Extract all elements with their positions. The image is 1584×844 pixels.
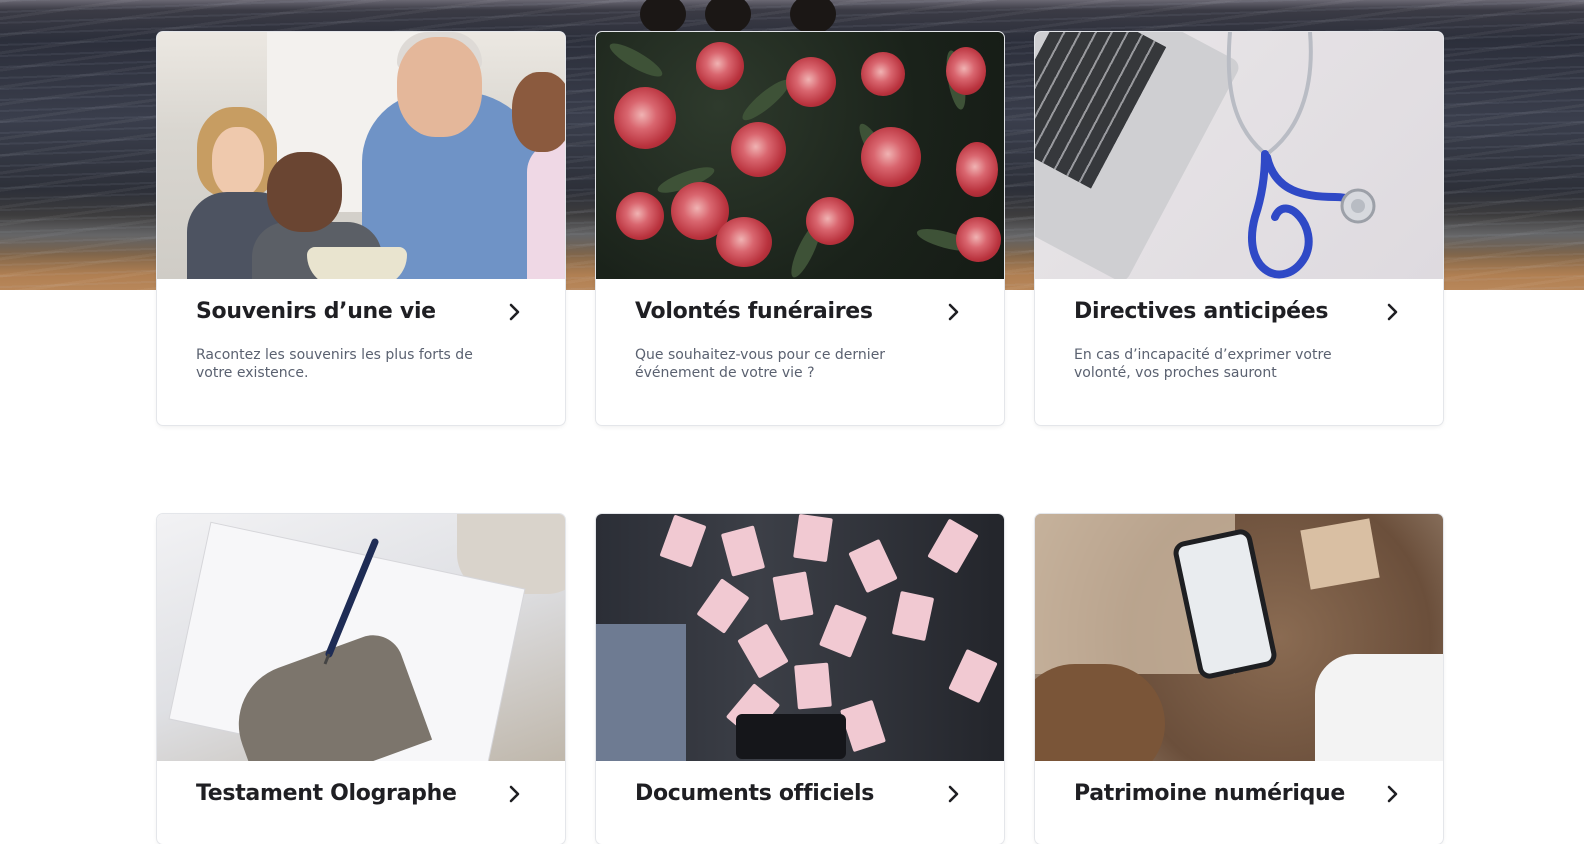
card-description: Que souhaitez-vous pour ce dernier événe… (635, 347, 886, 381)
card-image-flying-papers (596, 514, 1004, 761)
card-title[interactable]: Directives anticipées (1074, 299, 1329, 324)
card-title[interactable]: Volontés funéraires (635, 299, 873, 324)
chevron-right-icon[interactable] (508, 303, 522, 321)
chevron-right-icon[interactable] (1386, 303, 1400, 321)
hero-person-silhouette (790, 0, 836, 34)
card-testament-olographe[interactable]: Testament Olographe (157, 514, 565, 844)
card-patrimoine-numerique[interactable]: Patrimoine numérique (1035, 514, 1443, 844)
card-description: En cas d’incapacité d’exprimer votre vol… (1074, 347, 1332, 381)
card-image-peonies (596, 32, 1004, 279)
chevron-right-icon[interactable] (1386, 785, 1400, 803)
card-souvenirs[interactable]: Souvenirs d’une vie Racontez les souveni… (157, 32, 565, 425)
hero-person-silhouette (705, 0, 751, 34)
card-title[interactable]: Documents officiels (635, 781, 874, 806)
card-image-family (157, 32, 565, 279)
card-title[interactable]: Patrimoine numérique (1074, 781, 1345, 806)
pen-drawing (323, 538, 379, 665)
chevron-right-icon[interactable] (947, 303, 961, 321)
card-title[interactable]: Testament Olographe (196, 781, 457, 806)
card-description: Racontez les souvenirs les plus forts de… (196, 347, 473, 381)
chevron-right-icon[interactable] (508, 785, 522, 803)
card-image-writing (157, 514, 565, 761)
stethoscope-drawing (1226, 32, 1376, 279)
card-image-stethoscope (1035, 32, 1443, 279)
card-volontes-funeraires[interactable]: Volontés funéraires Que souhaitez-vous p… (596, 32, 1004, 425)
hero-person-silhouette (640, 0, 686, 34)
card-title[interactable]: Souvenirs d’une vie (196, 299, 436, 324)
chevron-right-icon[interactable] (947, 785, 961, 803)
card-directives-anticipees[interactable]: Directives anticipées En cas d’incapacit… (1035, 32, 1443, 425)
card-image-smartphone (1035, 514, 1443, 761)
card-documents-officiels[interactable]: Documents officiels (596, 514, 1004, 844)
